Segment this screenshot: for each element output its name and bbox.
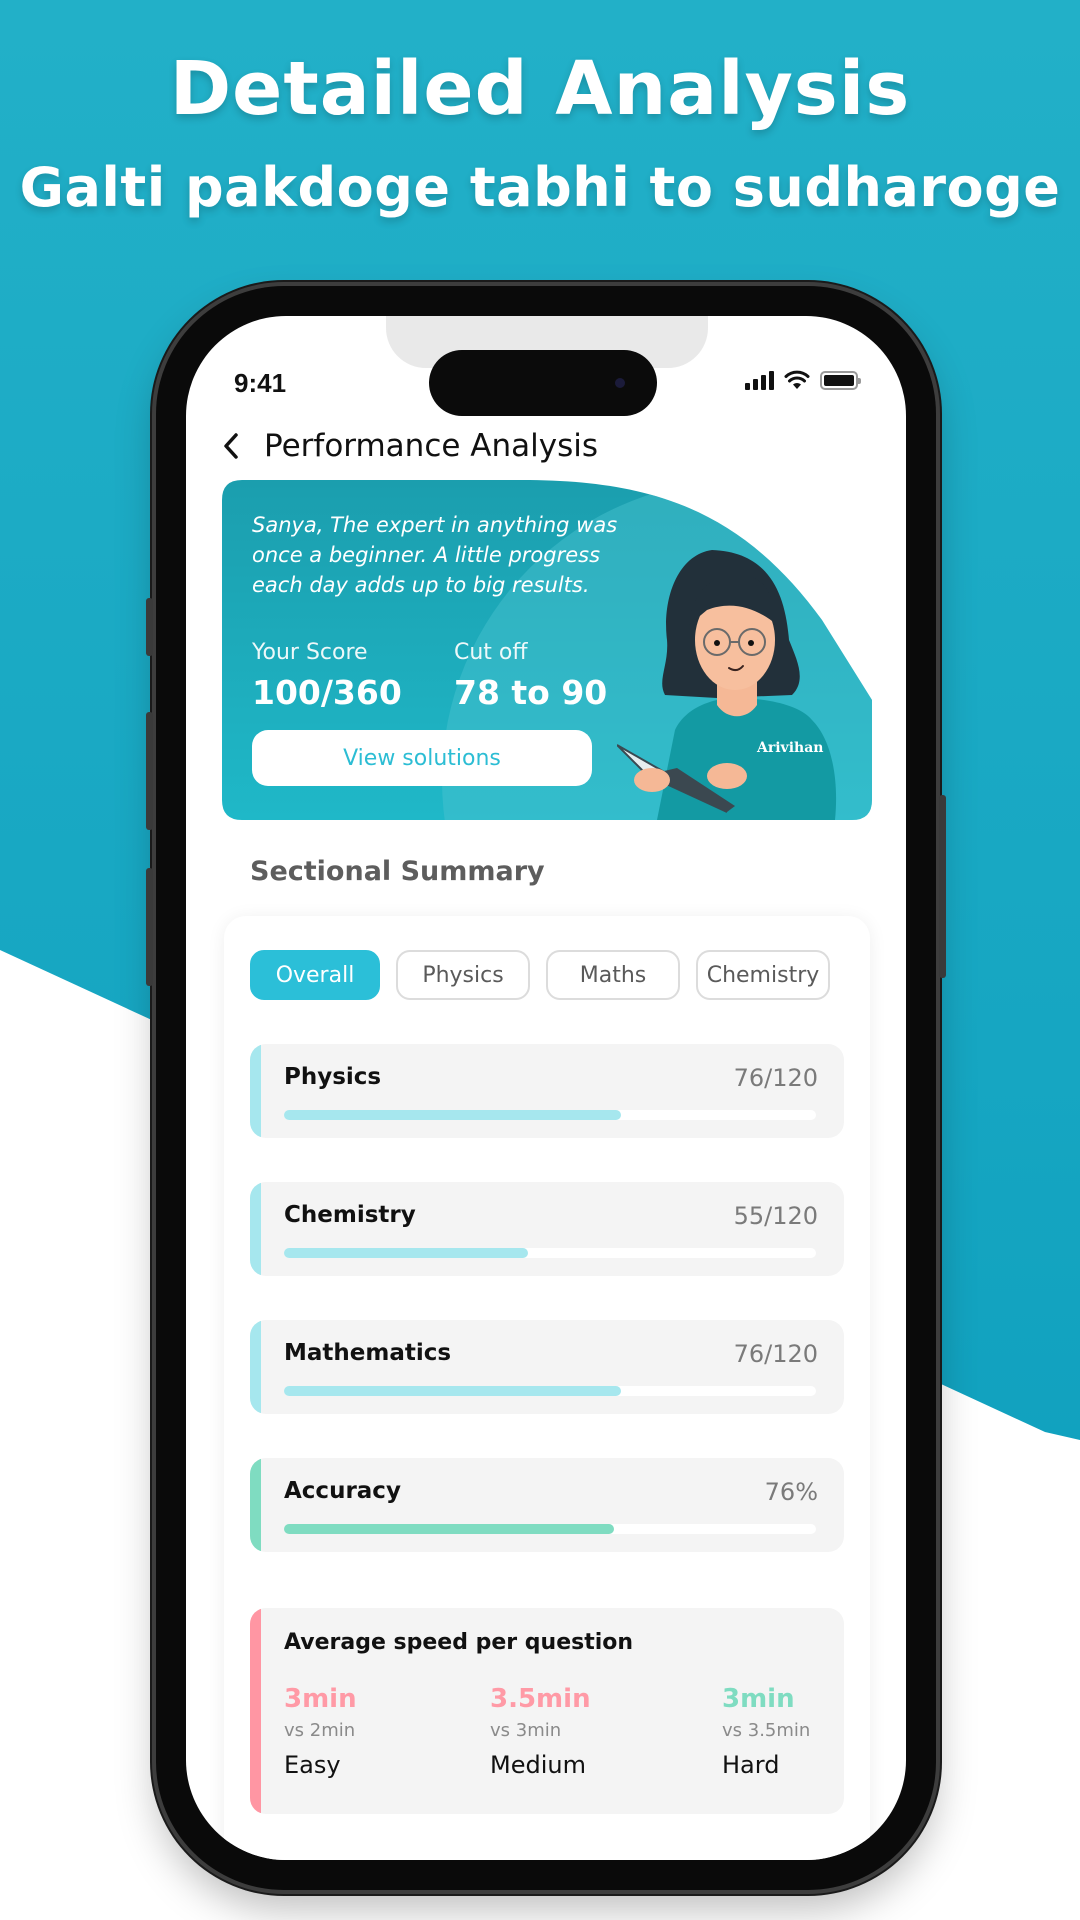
progress-track bbox=[284, 1386, 816, 1396]
metric-mathematics: Mathematics 76/120 bbox=[250, 1320, 844, 1414]
speed-compare: vs 2min bbox=[284, 1720, 356, 1741]
metric-chemistry: Chemistry 55/120 bbox=[250, 1182, 844, 1276]
your-score: Your Score 100/360 bbox=[252, 640, 402, 712]
phone-frame: 9:41 Performance Analysis Sanya, The exp… bbox=[146, 286, 946, 1890]
cutoff-label: Cut off bbox=[454, 640, 528, 665]
metric-name: Physics bbox=[284, 1064, 382, 1090]
tab-overall[interactable]: Overall bbox=[250, 950, 380, 1000]
front-camera bbox=[615, 378, 625, 388]
cellular-signal-icon bbox=[745, 370, 774, 390]
metric-value: 76/120 bbox=[733, 1340, 818, 1368]
metric-name: Mathematics bbox=[284, 1340, 452, 1366]
motivational-quote: Sanya, The expert in anything was once a… bbox=[252, 513, 618, 597]
speed-time: 3.5min bbox=[490, 1684, 591, 1714]
metric-physics: Physics 76/120 bbox=[250, 1044, 844, 1138]
promo-subheadline: Galti pakdoge tabhi to sudharoge bbox=[19, 156, 1061, 219]
metric-value: 76/120 bbox=[733, 1064, 818, 1092]
progress-bar bbox=[284, 1110, 621, 1120]
progress-track bbox=[284, 1248, 816, 1258]
score-banner: Sanya, The expert in anything was once a… bbox=[222, 480, 872, 820]
tab-chemistry[interactable]: Chemistry bbox=[696, 950, 830, 1000]
tab-maths[interactable]: Maths bbox=[546, 950, 680, 1000]
subject-tabs: Overall Physics Maths Chemistry bbox=[250, 950, 830, 1000]
sectional-summary-card: Overall Physics Maths Chemistry Physics … bbox=[224, 916, 870, 1860]
speed-time: 3min bbox=[284, 1684, 357, 1714]
view-solutions-button[interactable]: View solutions bbox=[252, 730, 592, 786]
app-screen: 9:41 Performance Analysis Sanya, The exp… bbox=[186, 316, 906, 1860]
metric-accent bbox=[250, 1320, 261, 1414]
progress-bar bbox=[284, 1248, 528, 1258]
wifi-icon bbox=[784, 370, 810, 389]
cutoff: Cut off 78 to 90 bbox=[454, 640, 607, 712]
metric-name: Accuracy bbox=[284, 1478, 401, 1504]
battery-icon bbox=[820, 370, 861, 390]
metric-accent bbox=[250, 1044, 261, 1138]
silent-switch bbox=[146, 598, 153, 656]
speed-compare: vs 3min bbox=[490, 1720, 562, 1741]
dynamic-island bbox=[429, 350, 657, 416]
progress-bar bbox=[284, 1386, 621, 1396]
metric-accent bbox=[250, 1458, 261, 1552]
power-button bbox=[939, 795, 946, 978]
speed-compare: vs 3.5min bbox=[722, 1720, 811, 1741]
brand-text: Arivihan bbox=[756, 740, 823, 756]
speed-level: Medium bbox=[490, 1751, 586, 1779]
speed-level: Hard bbox=[722, 1751, 780, 1779]
speed-level: Easy bbox=[284, 1751, 341, 1779]
page-title: Performance Analysis bbox=[264, 428, 599, 464]
speed-time: 3min bbox=[722, 1684, 795, 1714]
tab-physics[interactable]: Physics bbox=[396, 950, 530, 1000]
average-speed-card: Average speed per question 3min vs 2min … bbox=[250, 1608, 844, 1814]
speed-easy: 3min vs 2min Easy bbox=[284, 1684, 357, 1779]
progress-bar bbox=[284, 1524, 614, 1534]
score-label: Your Score bbox=[252, 640, 368, 665]
metric-accuracy: Accuracy 76% bbox=[250, 1458, 844, 1552]
metric-accent bbox=[250, 1182, 261, 1276]
status-icons bbox=[745, 370, 861, 390]
chevron-left-icon[interactable] bbox=[216, 426, 246, 466]
speed-accent bbox=[250, 1608, 261, 1814]
speed-hard: 3min vs 3.5min Hard bbox=[722, 1684, 810, 1779]
promo-headline: Detailed Analysis bbox=[169, 46, 911, 132]
speed-medium: 3.5min vs 3min Medium bbox=[490, 1684, 591, 1779]
progress-track bbox=[284, 1524, 816, 1534]
student-illustration: Arivihan bbox=[617, 550, 837, 820]
volume-up-button bbox=[146, 712, 153, 830]
cutoff-value: 78 to 90 bbox=[454, 673, 608, 712]
speed-title: Average speed per question bbox=[284, 1630, 634, 1655]
section-title: Sectional Summary bbox=[250, 856, 545, 887]
metric-value: 55/120 bbox=[733, 1202, 818, 1230]
metric-name: Chemistry bbox=[284, 1202, 416, 1228]
status-time: 9:41 bbox=[234, 368, 287, 398]
metric-value: 76% bbox=[764, 1478, 818, 1506]
progress-track bbox=[284, 1110, 816, 1120]
score-value: 100/360 bbox=[252, 673, 402, 712]
volume-down-button bbox=[146, 868, 153, 986]
header-bar: Performance Analysis bbox=[216, 426, 598, 466]
